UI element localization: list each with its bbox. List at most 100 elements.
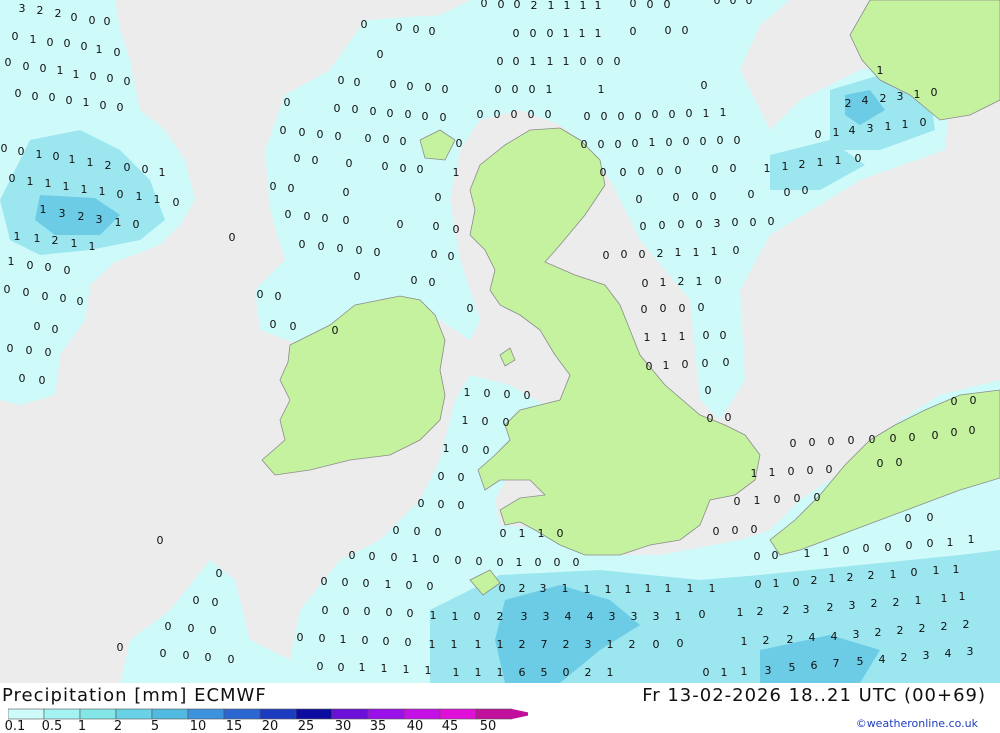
precip-value: 1 xyxy=(663,359,670,372)
precip-value: 2 xyxy=(519,582,526,595)
precip-value: 1 xyxy=(741,665,748,678)
precip-value: 3 xyxy=(967,645,974,658)
scale-tick-label: 50 xyxy=(479,719,497,733)
precip-value: 0 xyxy=(483,444,490,457)
precip-value: 0 xyxy=(133,218,140,231)
precip-value: 0 xyxy=(343,605,350,618)
precip-value: 0 xyxy=(12,30,19,43)
precip-value: 1 xyxy=(877,64,884,77)
precip-value: 3 xyxy=(540,582,547,595)
scale-tick-label: 20 xyxy=(261,719,279,733)
precip-value: 0 xyxy=(173,196,180,209)
precip-value: 0 xyxy=(18,145,25,158)
precip-value: 2 xyxy=(897,624,904,637)
precip-value: 0 xyxy=(210,624,217,637)
precip-value: 0 xyxy=(117,641,124,654)
precip-value: 0 xyxy=(481,0,488,10)
precip-value: 1 xyxy=(817,156,824,169)
precip-value: 2 xyxy=(799,158,806,171)
precip-value: 0 xyxy=(45,261,52,274)
precip-value: 1 xyxy=(890,568,897,581)
precip-value: 1 xyxy=(679,330,686,343)
precip-value: 1 xyxy=(34,232,41,245)
precip-value: 0 xyxy=(90,70,97,83)
precip-value: 1 xyxy=(96,43,103,56)
precip-value: 2 xyxy=(657,247,664,260)
precip-value: 0 xyxy=(675,164,682,177)
precip-value: 0 xyxy=(664,0,671,11)
precip-value: 0 xyxy=(484,387,491,400)
precip-value: 1 xyxy=(660,276,667,289)
precip-value: 1 xyxy=(340,633,347,646)
precip-value: 0 xyxy=(477,108,484,121)
precip-value: 0 xyxy=(216,567,223,580)
precip-value: 1 xyxy=(835,154,842,167)
precip-value: 0 xyxy=(417,163,424,176)
precip-value: 1 xyxy=(751,467,758,480)
precip-value: 0 xyxy=(863,542,870,555)
precip-value: 0 xyxy=(183,649,190,662)
precip-value: 0 xyxy=(369,550,376,563)
scale-tick-label: 2 xyxy=(113,719,123,733)
precip-value: 1 xyxy=(769,466,776,479)
precip-value: 0 xyxy=(717,134,724,147)
scale-tick-label: 1 xyxy=(77,719,87,733)
precip-value: 1 xyxy=(915,594,922,607)
precip-value: 0 xyxy=(600,166,607,179)
precip-value: 0 xyxy=(673,191,680,204)
precip-value: 3 xyxy=(543,610,550,623)
precip-value: 0 xyxy=(734,134,741,147)
precip-value: 0 xyxy=(927,511,934,524)
precip-value: 1 xyxy=(452,610,459,623)
precip-value: 0 xyxy=(438,498,445,511)
precip-value: 0 xyxy=(49,91,56,104)
precip-value: 0 xyxy=(698,301,705,314)
precip-value: 0 xyxy=(81,40,88,53)
precip-value: 3 xyxy=(714,217,721,230)
precip-value: 0 xyxy=(630,0,637,10)
precip-value: 7 xyxy=(541,638,548,651)
precip-value: 0 xyxy=(620,166,627,179)
precip-value: 0 xyxy=(814,491,821,504)
precip-value: 1 xyxy=(548,0,555,12)
precip-value: 3 xyxy=(923,649,930,662)
precip-value: 0 xyxy=(809,436,816,449)
precip-value: 1 xyxy=(475,638,482,651)
precip-value: 4 xyxy=(849,124,856,137)
precip-value: 0 xyxy=(529,83,536,96)
precip-value: 0 xyxy=(580,55,587,68)
precip-value: 0 xyxy=(334,102,341,115)
precip-value: 2 xyxy=(880,92,887,105)
precip-value: 0 xyxy=(581,138,588,151)
precip-value: 0 xyxy=(669,108,676,121)
precip-value: 0 xyxy=(524,389,531,402)
precip-value: 0 xyxy=(405,636,412,649)
precip-value: 0 xyxy=(405,108,412,121)
precip-value: 0 xyxy=(400,162,407,175)
precip-value: 0 xyxy=(772,549,779,562)
precip-value: 0 xyxy=(665,24,672,37)
scale-swatch xyxy=(439,708,477,720)
precip-value: 1 xyxy=(30,33,37,46)
precip-value: 1 xyxy=(953,563,960,576)
precip-value: 0 xyxy=(229,231,236,244)
precip-value: 0 xyxy=(322,604,329,617)
map-footer: Precipitation [mm] ECMWF Fr 13-02-2026 1… xyxy=(0,683,1000,733)
precip-value: 1 xyxy=(562,582,569,595)
precip-value: 0 xyxy=(641,303,648,316)
precip-value: 0 xyxy=(104,15,111,28)
precip-value: 0 xyxy=(361,18,368,31)
precip-value: 0 xyxy=(448,250,455,263)
precip-value: 1 xyxy=(823,546,830,559)
precip-value: 0 xyxy=(732,524,739,537)
precip-value: 0 xyxy=(951,395,958,408)
precip-value: 0 xyxy=(535,556,542,569)
precip-value: 2 xyxy=(757,605,764,618)
precip-value: 0 xyxy=(117,101,124,114)
precip-value: 0 xyxy=(383,635,390,648)
precip-value: 0 xyxy=(495,83,502,96)
precip-value: 2 xyxy=(629,638,636,651)
precip-value: 0 xyxy=(715,274,722,287)
scale-swatch xyxy=(259,708,297,720)
precip-value: 0 xyxy=(23,60,30,73)
